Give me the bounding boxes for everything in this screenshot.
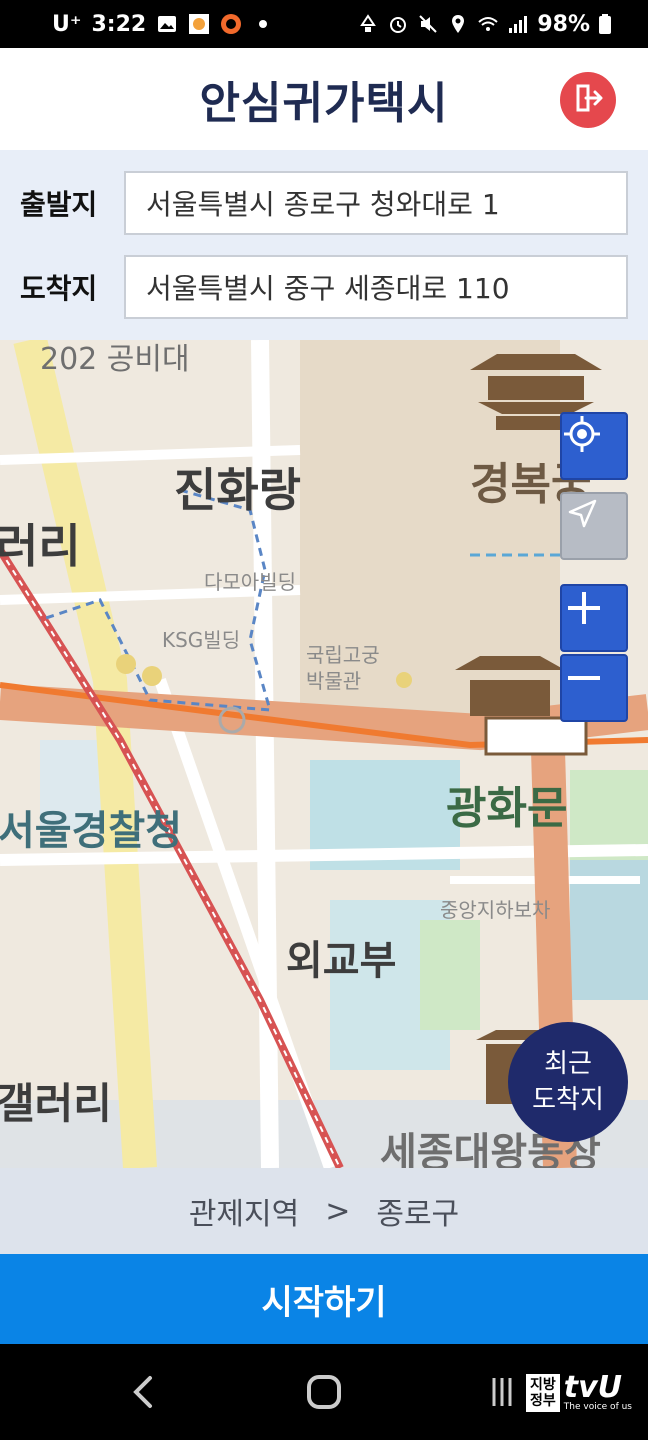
map-label-ksg: KSG빌딩 (162, 628, 241, 652)
recents-icon (482, 1372, 522, 1416)
map-label-top-road: 202 공비대 (40, 342, 190, 377)
page-title: 안심귀가택시 (199, 78, 449, 129)
watermark-box-line1: 지방 (530, 1377, 556, 1393)
watermark-brand-block: tvU The voice of us (563, 1370, 632, 1413)
back-button[interactable] (122, 1372, 166, 1416)
record-icon (220, 13, 242, 35)
logout-button[interactable] (560, 72, 616, 128)
map-label-dao: 다모아빌딩 (204, 570, 296, 594)
departure-label: 출발지 (20, 188, 98, 221)
recent-line2: 도착지 (532, 1085, 604, 1115)
arrival-input[interactable]: 서울특별시 중구 세종대로 110 (124, 255, 628, 319)
recent-destination-button[interactable]: 최근 도착지 (508, 1022, 628, 1142)
wifi-icon (477, 13, 499, 35)
recycle-icon (357, 13, 379, 35)
watermark-badge: 지방 정부 (526, 1374, 560, 1412)
watermark-box-line2: 정부 (530, 1393, 556, 1409)
start-button[interactable]: 시작하기 (0, 1254, 648, 1344)
alarm-icon (387, 13, 409, 35)
clock: 3:22 (91, 11, 147, 37)
map-label-museum: 국립고궁 박물관 (306, 643, 380, 693)
zoom-out-button[interactable] (560, 654, 628, 722)
region-label: 관제지역 (188, 1197, 300, 1232)
watermark-brand: tvU (563, 1370, 623, 1405)
route-form: 출발지 서울특별시 종로구 청와대로 1 도착지 서울특별시 중구 세종대로 1… (0, 150, 648, 340)
battery-icon (598, 13, 620, 35)
region-separator: > (325, 1193, 351, 1229)
system-nav-bar: 지방 정부 tvU The voice of us (0, 1344, 648, 1440)
mute-icon (417, 13, 439, 35)
arrival-label: 도착지 (20, 272, 98, 305)
signal-icon (507, 13, 529, 35)
compass-button[interactable] (560, 492, 628, 560)
logout-icon (568, 78, 608, 122)
watermark-tagline: The voice of us (563, 1402, 632, 1412)
back-chevron-icon (124, 1372, 164, 1416)
gallery-icon (156, 13, 178, 35)
location-icon (447, 13, 469, 35)
map-label-central: 중앙지하보차 (440, 898, 551, 922)
watermark: 지방 정부 tvU The voice of us (526, 1370, 632, 1413)
my-location-button[interactable] (560, 412, 628, 480)
carrier-label: U⁺ (52, 11, 82, 37)
battery-percent: 98% (537, 11, 590, 37)
home-button[interactable] (302, 1372, 346, 1416)
app-badge-icon (188, 13, 210, 35)
map-label-jinhwarang: 진화랑 (174, 463, 301, 517)
map-label-gwanghwamun: 광화문 (446, 783, 568, 834)
map-label-gallery-bottom: 갤러리 (0, 1079, 112, 1128)
map-label-mofa: 외교부 (286, 938, 397, 984)
app-header: 안심귀가택시 (0, 48, 648, 150)
region-bar[interactable]: 관제지역 > 종로구 (0, 1168, 648, 1254)
departure-input[interactable]: 서울특별시 종로구 청와대로 1 (124, 171, 628, 235)
dot-icon (252, 13, 274, 35)
map-view[interactable]: 202 공비대 진화랑 러리 경복궁 다모아빌딩 KSG빌딩 국립고궁 박물관 … (0, 340, 648, 1168)
map-label-gallery-top: 러리 (0, 519, 81, 573)
arrival-row: 도착지 서울특별시 중구 세종대로 110 (0, 254, 648, 320)
recents-button[interactable] (480, 1372, 524, 1416)
map-label-police: 서울경찰청 (0, 808, 182, 854)
zoom-in-button[interactable] (560, 584, 628, 652)
home-icon (304, 1372, 344, 1416)
departure-row: 출발지 서울특별시 종로구 청와대로 1 (0, 170, 648, 236)
recent-line1: 최근 (544, 1049, 592, 1079)
status-bar: U⁺ 3:22 98% (0, 0, 648, 48)
region-value: 종로구 (376, 1197, 460, 1232)
